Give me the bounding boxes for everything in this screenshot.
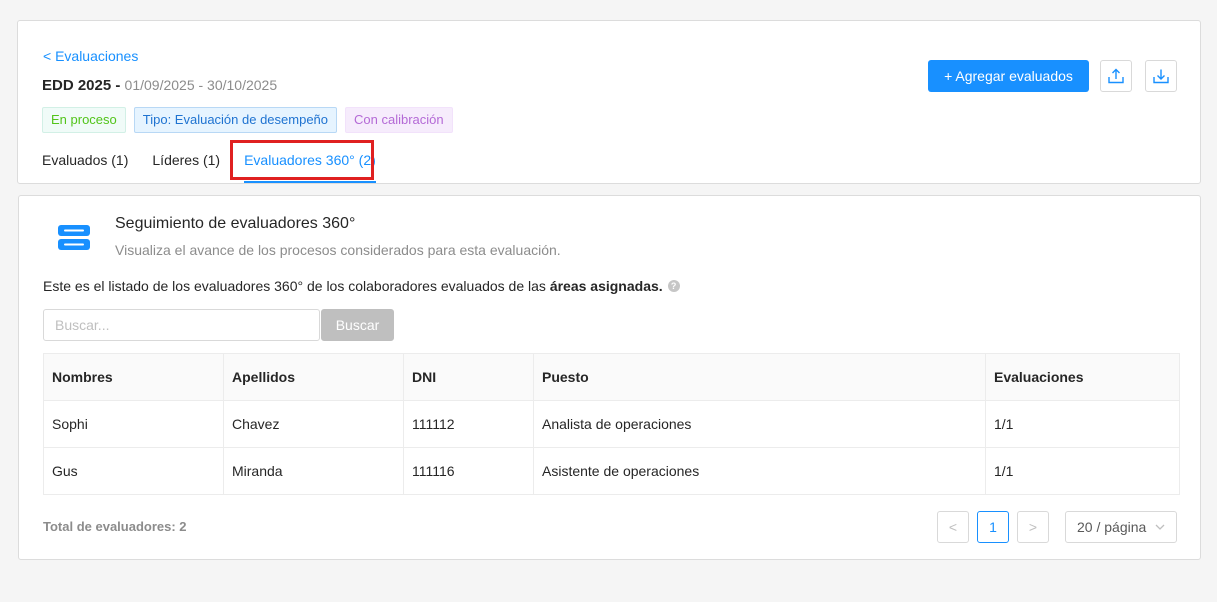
cell-dni: 111116 <box>403 447 534 495</box>
search-input[interactable] <box>43 309 320 341</box>
help-icon[interactable]: ? <box>667 280 680 292</box>
description-bold-text: áreas asignadas. <box>549 278 663 294</box>
download-button[interactable] <box>1145 60 1177 92</box>
column-header-dni: DNI <box>403 353 534 401</box>
tab-bar: Evaluados (1) Líderes (1) Evaluadores 36… <box>42 141 400 185</box>
description-text: Este es el listado de los evaluadores 36… <box>43 278 546 294</box>
total-evaluators-count: Total de evaluadores: 2 <box>43 519 187 534</box>
cell-puesto: Asistente de operaciones <box>533 447 986 495</box>
cell-puesto: Analista de operaciones <box>533 400 986 448</box>
chevron-down-icon <box>1155 524 1165 530</box>
status-tags: En proceso Tipo: Evaluación de desempeño… <box>42 107 453 133</box>
search-button[interactable]: Buscar <box>321 309 394 341</box>
type-badge: Tipo: Evaluación de desempeño <box>133 107 338 133</box>
table-header-row: Nombres Apellidos DNI Puesto Evaluacione… <box>43 353 1180 401</box>
tab-evaluados[interactable]: Evaluados (1) <box>42 141 128 183</box>
evaluation-name: EDD 2025 - <box>42 77 121 94</box>
cell-apellidos: Miranda <box>223 447 404 495</box>
page-size-value: 20 / página <box>1077 519 1147 535</box>
cell-nombres: Gus <box>43 447 224 495</box>
cell-apellidos: Chavez <box>223 400 404 448</box>
page-size-select[interactable]: 20 / página <box>1065 511 1177 543</box>
section-subtitle: Visualiza el avance de los procesos cons… <box>115 242 561 258</box>
add-evaluados-button[interactable]: + Agregar evaluados <box>928 60 1089 92</box>
tab-lideres[interactable]: Líderes (1) <box>152 141 220 183</box>
server-list-icon <box>58 225 90 250</box>
page-title: EDD 2025 - 01/09/2025 - 30/10/2025 <box>42 77 277 94</box>
cell-nombres: Sophi <box>43 400 224 448</box>
cell-evaluaciones: 1/1 <box>985 400 1180 448</box>
cell-evaluaciones: 1/1 <box>985 447 1180 495</box>
table-row: Sophi Chavez 111112 Analista de operacio… <box>43 400 1180 448</box>
next-page-button[interactable]: > <box>1017 511 1049 543</box>
section-title: Seguimiento de evaluadores 360° <box>115 215 356 232</box>
evaluators-table: Nombres Apellidos DNI Puesto Evaluacione… <box>43 353 1180 495</box>
upload-button[interactable] <box>1100 60 1132 92</box>
tab-evaluadores-360[interactable]: Evaluadores 360° (2) <box>244 141 376 183</box>
page-number-button[interactable]: 1 <box>977 511 1009 543</box>
column-header-apellidos: Apellidos <box>223 353 404 401</box>
prev-page-button[interactable]: < <box>937 511 969 543</box>
evaluation-dates: 01/09/2025 - 30/10/2025 <box>124 77 278 93</box>
evaluators-360-card: Seguimiento de evaluadores 360° Visualiz… <box>18 195 1201 560</box>
evaluation-header-card: < Evaluaciones EDD 2025 - 01/09/2025 - 3… <box>17 20 1201 184</box>
back-to-evaluations-link[interactable]: < Evaluaciones <box>43 48 138 64</box>
cell-dni: 111112 <box>403 400 534 448</box>
column-header-evaluaciones: Evaluaciones <box>985 353 1180 401</box>
status-badge: En proceso <box>42 107 126 133</box>
table-row: Gus Miranda 111116 Asistente de operacio… <box>43 447 1180 495</box>
calibration-badge: Con calibración <box>345 107 453 133</box>
column-header-nombres: Nombres <box>43 353 224 401</box>
column-header-puesto: Puesto <box>533 353 986 401</box>
listing-description: Este es el listado de los evaluadores 36… <box>43 278 680 294</box>
upload-icon <box>1108 68 1124 84</box>
download-icon <box>1153 69 1169 84</box>
